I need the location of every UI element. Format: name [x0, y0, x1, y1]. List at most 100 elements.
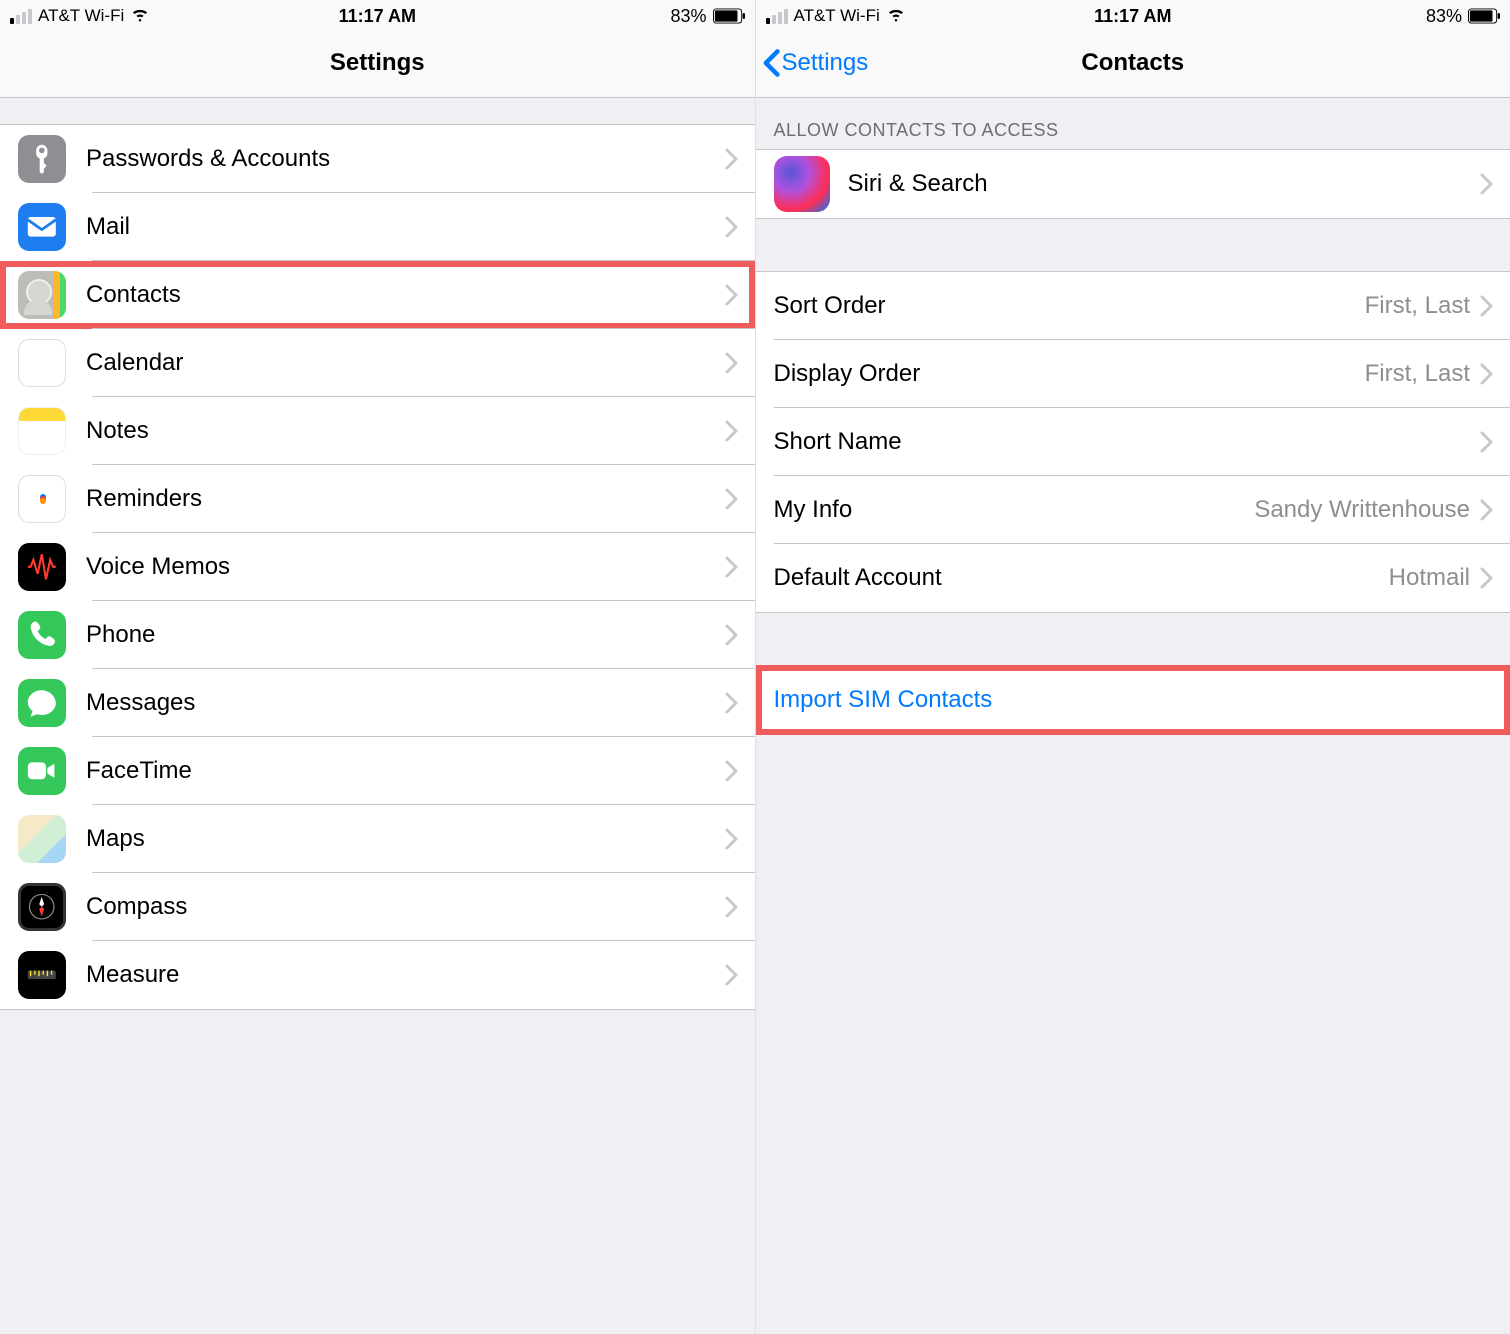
label: Voice Memos [86, 553, 725, 581]
calendar-icon [18, 339, 66, 387]
wifi-icon [130, 4, 150, 29]
setting-reminders[interactable]: Reminders [0, 465, 755, 533]
maps-icon [18, 815, 66, 863]
label: My Info [774, 496, 1255, 524]
setting-voice-memos[interactable]: Voice Memos [0, 533, 755, 601]
status-bar: AT&T Wi-Fi 11:17 AM 83% [0, 0, 755, 28]
setting-compass[interactable]: Compass [0, 873, 755, 941]
chevron-right-icon [725, 760, 739, 782]
chevron-right-icon [1480, 295, 1494, 317]
back-button[interactable]: Settings [762, 48, 869, 78]
chevron-right-icon [1480, 567, 1494, 589]
label: Mail [86, 213, 725, 241]
value: Hotmail [1389, 564, 1470, 592]
battery-icon [1468, 8, 1500, 24]
cell-signal-icon [766, 9, 788, 24]
label: Short Name [774, 428, 1481, 456]
display-order-row[interactable]: Display Order First, Last [756, 340, 1510, 408]
sort-order-row[interactable]: Sort Order First, Last [756, 272, 1510, 340]
chevron-right-icon [725, 624, 739, 646]
label: Calendar [86, 349, 725, 377]
default-account-row[interactable]: Default Account Hotmail [756, 544, 1510, 612]
label: Passwords & Accounts [86, 145, 725, 173]
chevron-right-icon [1480, 431, 1494, 453]
messages-icon [18, 679, 66, 727]
nav-bar: Settings [0, 28, 755, 98]
setting-notes[interactable]: Notes [0, 397, 755, 465]
label: Default Account [774, 564, 1389, 592]
label: FaceTime [86, 757, 725, 785]
setting-passwords-accounts[interactable]: Passwords & Accounts [0, 125, 755, 193]
setting-facetime[interactable]: FaceTime [0, 737, 755, 805]
contacts-icon [18, 271, 66, 319]
value: First, Last [1365, 360, 1470, 388]
passwords-icon [18, 135, 66, 183]
chevron-right-icon [725, 284, 739, 306]
setting-phone[interactable]: Phone [0, 601, 755, 669]
label: Reminders [86, 485, 725, 513]
chevron-right-icon [725, 556, 739, 578]
my-info-row[interactable]: My Info Sandy Writtenhouse [756, 476, 1510, 544]
contacts-options-list: Sort Order First, Last Display Order Fir… [756, 271, 1510, 613]
chevron-right-icon [1480, 173, 1494, 195]
setting-messages[interactable]: Messages [0, 669, 755, 737]
wifi-icon [886, 4, 906, 29]
label: Display Order [774, 360, 1365, 388]
battery-percent: 83% [1426, 6, 1462, 27]
mail-icon [18, 203, 66, 251]
compass-icon [18, 883, 66, 931]
back-label: Settings [782, 49, 869, 77]
value: First, Last [1365, 292, 1470, 320]
voice-memos-icon [18, 543, 66, 591]
label: Maps [86, 825, 725, 853]
value: Sandy Writtenhouse [1254, 496, 1470, 524]
setting-measure[interactable]: Measure [0, 941, 755, 1009]
phone-icon [18, 611, 66, 659]
chevron-right-icon [1480, 363, 1494, 385]
status-time: 11:17 AM [1094, 6, 1171, 27]
nav-bar: Settings Contacts [756, 28, 1510, 98]
label: Measure [86, 961, 725, 989]
siri-icon [774, 156, 830, 212]
settings-list: Passwords & Accounts Mail Contacts Calen… [0, 124, 755, 1010]
settings-screen: AT&T Wi-Fi 11:17 AM 83% Settings Passwor… [0, 0, 756, 1334]
contacts-settings-screen: AT&T Wi-Fi 11:17 AM 83% Settings Contact… [756, 0, 1510, 1334]
setting-mail[interactable]: Mail [0, 193, 755, 261]
chevron-right-icon [725, 692, 739, 714]
import-sim-section: Import SIM Contacts [756, 665, 1510, 735]
chevron-right-icon [725, 828, 739, 850]
chevron-right-icon [1480, 499, 1494, 521]
status-time: 11:17 AM [339, 6, 416, 27]
label: Sort Order [774, 292, 1365, 320]
chevron-right-icon [725, 488, 739, 510]
label: Contacts [86, 281, 725, 309]
reminders-icon [18, 475, 66, 523]
setting-contacts[interactable]: Contacts [0, 261, 755, 329]
facetime-icon [18, 747, 66, 795]
label: Compass [86, 893, 725, 921]
section-header: Allow Contacts to Access [756, 98, 1510, 149]
carrier-label: AT&T Wi-Fi [794, 6, 880, 26]
label: Import SIM Contacts [774, 686, 993, 714]
short-name-row[interactable]: Short Name [756, 408, 1510, 476]
cell-signal-icon [10, 9, 32, 24]
siri-search-row[interactable]: Siri & Search [756, 150, 1510, 218]
chevron-right-icon [725, 964, 739, 986]
label: Phone [86, 621, 725, 649]
setting-maps[interactable]: Maps [0, 805, 755, 873]
label: Messages [86, 689, 725, 717]
status-bar: AT&T Wi-Fi 11:17 AM 83% [756, 0, 1510, 28]
carrier-label: AT&T Wi-Fi [38, 6, 124, 26]
chevron-right-icon [725, 148, 739, 170]
chevron-right-icon [725, 896, 739, 918]
page-title: Settings [330, 49, 425, 77]
label: Siri & Search [848, 170, 1481, 198]
chevron-right-icon [725, 216, 739, 238]
label: Notes [86, 417, 725, 445]
measure-icon [18, 951, 66, 999]
chevron-right-icon [725, 420, 739, 442]
chevron-left-icon [762, 48, 780, 78]
setting-calendar[interactable]: Calendar [0, 329, 755, 397]
access-list: Siri & Search [756, 149, 1510, 219]
import-sim-contacts-button[interactable]: Import SIM Contacts [756, 666, 1510, 734]
